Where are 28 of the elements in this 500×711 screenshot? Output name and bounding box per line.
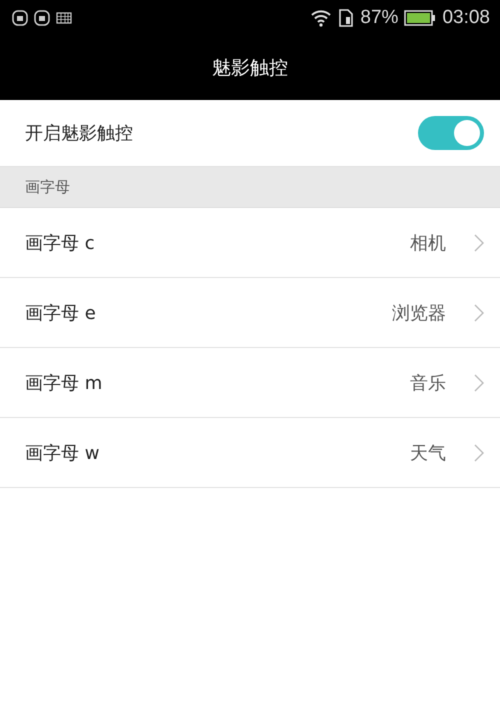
chevron-icon	[474, 444, 484, 462]
item-value: 天气	[410, 442, 446, 464]
keyboard-icon	[56, 12, 72, 24]
sim-card-icon	[338, 9, 354, 27]
screen-title: 魅影触控	[212, 56, 288, 81]
battery-percent: 87%	[360, 7, 398, 29]
notification-icon	[12, 10, 28, 26]
section-header: 画字母	[25, 178, 70, 196]
toggle-switch[interactable]	[418, 116, 484, 150]
wifi-icon	[310, 9, 332, 27]
item-label: 画字母 c	[25, 232, 95, 254]
item-label: 画字母 w	[25, 442, 100, 464]
chevron-icon	[474, 234, 484, 252]
item-value: 浏览器	[392, 302, 446, 324]
item-label: 画字母 m	[25, 372, 102, 394]
list-item[interactable]: 画字母 w 天气	[0, 418, 500, 488]
list-item[interactable]: 画字母 m 音乐	[0, 348, 500, 418]
item-label: 画字母 e	[25, 302, 96, 324]
chevron-icon	[474, 304, 484, 322]
chevron-icon	[474, 374, 484, 392]
item-value: 音乐	[410, 372, 446, 394]
notification-icon	[34, 10, 50, 26]
battery-icon	[404, 10, 436, 26]
clock: 03:08	[442, 7, 490, 29]
setting-label: 开启魅影触控	[25, 122, 134, 145]
list-item[interactable]: 画字母 c 相机	[0, 208, 500, 278]
item-value: 相机	[410, 232, 446, 254]
list-item[interactable]: 画字母 e 浏览器	[0, 278, 500, 348]
